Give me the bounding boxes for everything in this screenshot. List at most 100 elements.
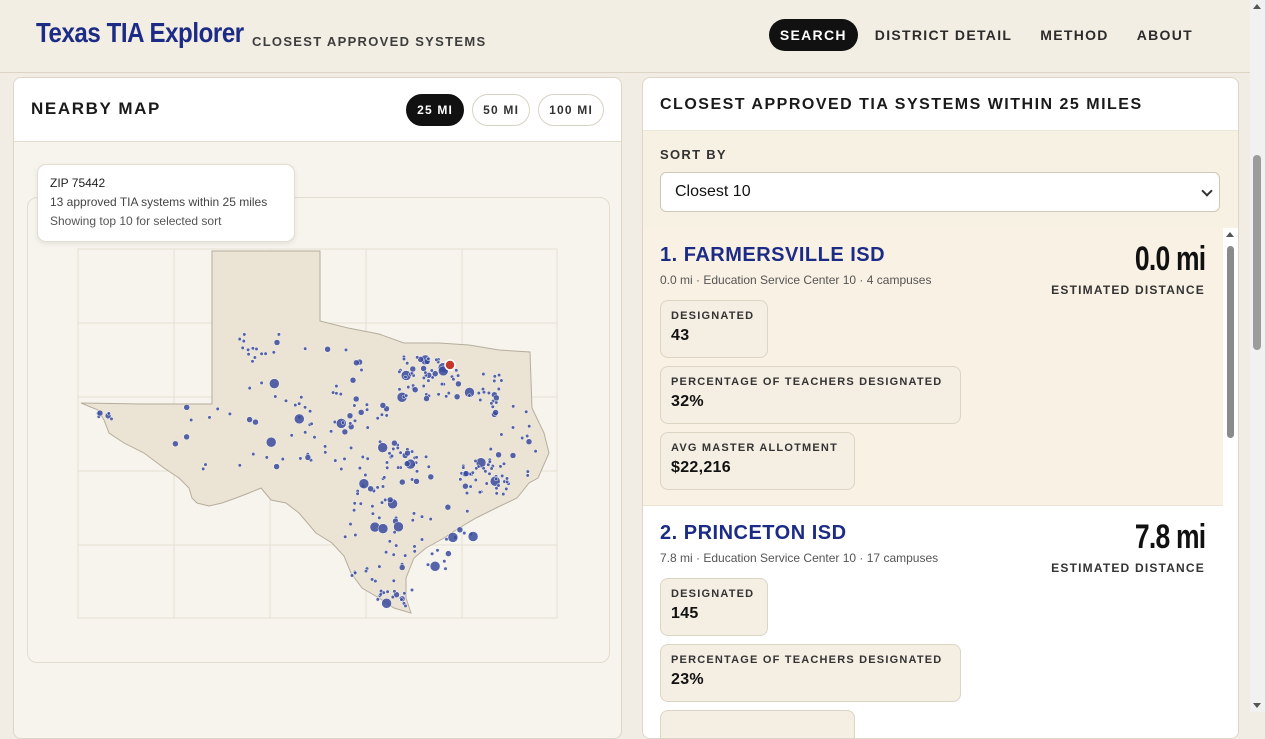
district-point[interactable]	[342, 456, 347, 461]
district-point[interactable]	[487, 459, 492, 464]
district-point[interactable]	[394, 543, 399, 548]
district-point[interactable]	[293, 403, 298, 408]
district-point[interactable]	[404, 393, 409, 398]
district-point[interactable]	[474, 466, 479, 471]
district-point[interactable]	[385, 465, 390, 470]
district-point[interactable]	[324, 346, 331, 353]
district-point[interactable]	[446, 391, 451, 396]
district-point[interactable]	[252, 355, 257, 360]
district-point[interactable]	[464, 491, 470, 496]
district-point[interactable]	[410, 518, 415, 523]
district-point[interactable]	[391, 446, 396, 451]
district-point[interactable]	[406, 385, 411, 390]
district-point[interactable]	[297, 401, 302, 406]
district-point[interactable]	[404, 449, 411, 457]
district-point[interactable]	[323, 444, 328, 449]
district-point[interactable]	[381, 598, 392, 609]
district-point[interactable]	[480, 387, 486, 392]
district-point[interactable]	[419, 514, 425, 519]
district-point[interactable]	[456, 373, 461, 378]
district-point[interactable]	[259, 351, 264, 356]
page-scrollbar[interactable]	[1250, 0, 1265, 712]
district-point[interactable]	[383, 497, 388, 502]
district-point[interactable]	[254, 346, 259, 352]
district-point[interactable]	[352, 395, 360, 403]
district-point[interactable]	[439, 382, 445, 387]
district-point[interactable]	[384, 550, 389, 555]
district-point[interactable]	[413, 478, 420, 485]
district-point[interactable]	[411, 511, 417, 516]
district-point[interactable]	[352, 508, 357, 513]
scroll-up-arrow-icon[interactable]	[1253, 4, 1261, 9]
district-point[interactable]	[423, 370, 428, 375]
district-point[interactable]	[444, 503, 452, 511]
district-point[interactable]	[247, 386, 252, 391]
district-point[interactable]	[303, 346, 308, 351]
district-point[interactable]	[246, 347, 251, 352]
district-point[interactable]	[251, 452, 256, 457]
district-point[interactable]	[353, 570, 358, 575]
district-point[interactable]	[392, 589, 397, 594]
district-point[interactable]	[389, 454, 395, 459]
district-point[interactable]	[370, 504, 375, 509]
district-point[interactable]	[385, 589, 390, 594]
district-point[interactable]	[349, 445, 354, 450]
district-point[interactable]	[520, 435, 525, 441]
district-point[interactable]	[501, 461, 507, 466]
district-point[interactable]	[496, 483, 501, 488]
district-point[interactable]	[509, 452, 517, 459]
district-point[interactable]	[343, 534, 348, 539]
district-point[interactable]	[419, 537, 425, 542]
district-point[interactable]	[379, 589, 384, 594]
district-point[interactable]	[341, 428, 349, 436]
nav-district-detail[interactable]: DISTRICT DETAIL	[864, 19, 1023, 51]
district-point[interactable]	[403, 603, 408, 608]
district-point[interactable]	[453, 393, 461, 401]
district-point[interactable]	[505, 479, 510, 484]
district-point[interactable]	[495, 451, 502, 459]
district-point[interactable]	[237, 463, 242, 468]
district-point[interactable]	[421, 375, 426, 380]
district-point[interactable]	[352, 418, 358, 423]
district-point[interactable]	[365, 407, 370, 412]
district-point[interactable]	[426, 356, 431, 361]
district-point[interactable]	[525, 433, 530, 439]
district-point[interactable]	[398, 564, 406, 571]
district-point[interactable]	[379, 412, 384, 417]
district-point[interactable]	[410, 449, 415, 454]
nav-about[interactable]: ABOUT	[1126, 19, 1204, 51]
district-point[interactable]	[172, 440, 179, 448]
district-point[interactable]	[240, 345, 245, 350]
district-point[interactable]	[241, 339, 246, 344]
district-point[interactable]	[403, 553, 408, 558]
district-point[interactable]	[494, 491, 499, 496]
district-point[interactable]	[355, 491, 360, 496]
district-point[interactable]	[421, 383, 426, 389]
district-point[interactable]	[387, 539, 392, 544]
district-point[interactable]	[309, 421, 314, 426]
district-point[interactable]	[498, 464, 503, 469]
district-point[interactable]	[250, 346, 255, 351]
district-point[interactable]	[489, 401, 494, 406]
district-point[interactable]	[492, 409, 499, 416]
district-point[interactable]	[227, 411, 232, 416]
district-point[interactable]	[478, 397, 483, 403]
district-point[interactable]	[501, 492, 506, 497]
district-point[interactable]	[377, 564, 382, 569]
district-point[interactable]	[363, 472, 368, 478]
district-point[interactable]	[401, 356, 407, 362]
district-point[interactable]	[331, 390, 336, 395]
district-point[interactable]	[357, 466, 362, 471]
district-point[interactable]	[364, 402, 369, 407]
district-point[interactable]	[379, 402, 387, 409]
district-point[interactable]	[367, 485, 374, 493]
district-point[interactable]	[476, 391, 481, 396]
district-point[interactable]	[189, 417, 194, 423]
district-point[interactable]	[447, 532, 459, 543]
district-point[interactable]	[429, 561, 441, 572]
district-point[interactable]	[353, 532, 358, 538]
district-point[interactable]	[259, 380, 264, 385]
district-point[interactable]	[393, 521, 404, 533]
district-point[interactable]	[242, 332, 247, 337]
district-point[interactable]	[397, 387, 402, 392]
